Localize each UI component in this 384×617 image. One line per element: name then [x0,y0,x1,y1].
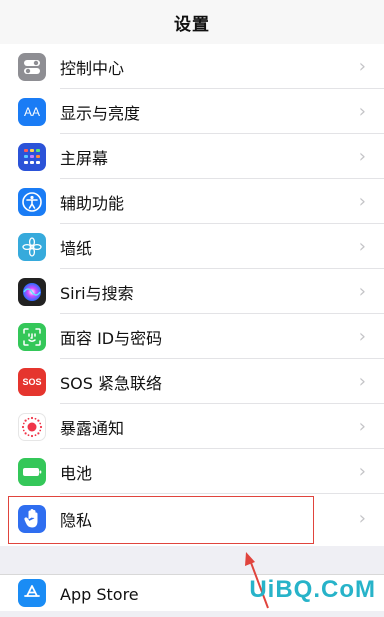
siri-icon [18,277,46,306]
settings-row-control-center[interactable]: 控制中心 › [0,44,384,89]
flower-icon [18,232,46,261]
chevron-right-icon: › [358,416,366,437]
settings-row-label: SOS 紧急联络 [60,373,162,393]
chevron-right-icon: › [358,326,366,347]
watermark: UiBQ.CoM [249,576,376,603]
settings-row-siri[interactable]: Siri与搜索 › [0,269,384,314]
settings-row-battery[interactable]: 电池 › [0,449,384,494]
settings-row-accessibility[interactable]: 辅助功能 › [0,179,384,224]
row-divider [60,493,384,494]
settings-row-label: App Store [60,585,139,604]
navigation-bar: 设置 [0,0,384,45]
text-size-icon: AA [18,97,46,126]
chevron-right-icon: › [358,508,366,529]
settings-row-label: 显示与亮度 [60,103,141,123]
accessibility-icon [18,187,46,216]
settings-row-label: 墙纸 [60,238,93,258]
settings-row-label: 隐私 [60,510,93,530]
settings-row-privacy[interactable]: 隐私 › [0,496,384,541]
settings-row-label: Siri与搜索 [60,283,134,303]
settings-row-face-id[interactable]: 面容 ID与密码 › [0,314,384,359]
face-id-icon [18,322,46,351]
sos-icon: SOS [18,367,46,396]
page-title: 设置 [174,14,210,35]
settings-row-label: 辅助功能 [60,193,125,213]
exposure-icon [18,412,46,441]
settings-row-label: 控制中心 [60,58,125,78]
settings-row-label: 暴露通知 [60,418,125,438]
battery-icon [18,457,46,486]
settings-row-label: 电池 [60,463,93,483]
settings-row-sos[interactable]: SOS SOS 紧急联络 › [0,359,384,404]
sos-glyph: SOS [22,376,42,387]
chevron-right-icon: › [358,371,366,392]
chevron-right-icon: › [358,101,366,122]
chevron-right-icon: › [358,146,366,167]
settings-row-label: 面容 ID与密码 [60,328,163,348]
chevron-right-icon: › [358,236,366,257]
chevron-right-icon: › [358,461,366,482]
grid-icon [18,142,46,171]
chevron-right-icon: › [358,281,366,302]
settings-row-label: 主屏幕 [60,148,109,168]
settings-row-display[interactable]: AA 显示与亮度 › [0,89,384,134]
settings-row-home-screen[interactable]: 主屏幕 › [0,134,384,179]
chevron-right-icon: › [358,191,366,212]
chevron-right-icon: › [358,56,366,77]
app-store-icon [18,579,46,607]
toggles-icon [18,52,46,81]
settings-group-main: 控制中心 › AA 显示与亮度 › 主屏幕 › 辅助功能 › 墙纸 › Siri… [0,44,384,546]
settings-row-exposure[interactable]: 暴露通知 › [0,404,384,449]
settings-row-wallpaper[interactable]: 墙纸 › [0,224,384,269]
hand-icon [18,504,46,533]
text-size-glyph: AA [23,104,40,119]
